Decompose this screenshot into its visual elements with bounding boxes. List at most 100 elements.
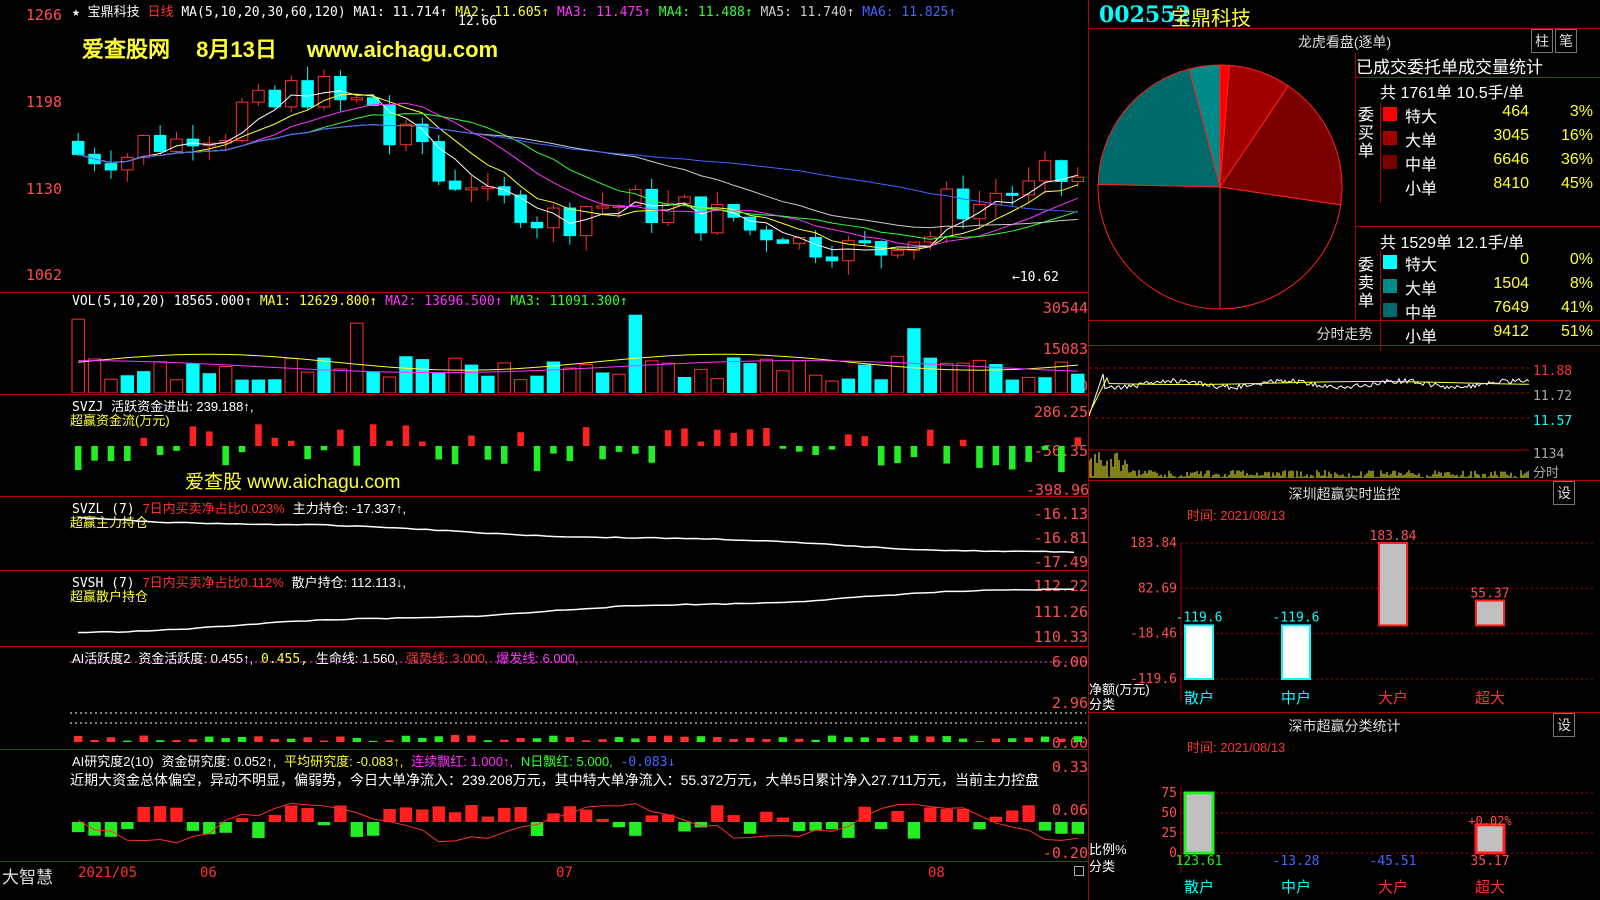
- svzj-panel[interactable]: SVZJ 活跃资金进出: 239.188↑, 超赢资金流(万元) 爱查股 www…: [0, 395, 1089, 499]
- volume-bar: [300, 371, 315, 393]
- ai2-bar: [416, 809, 429, 822]
- ai-research-chart[interactable]: [70, 750, 1086, 860]
- svzl-line[interactable]: [70, 497, 1086, 569]
- candle-chart[interactable]: [70, 18, 1086, 290]
- ai2-bar: [727, 815, 740, 822]
- ai2-bar: [596, 818, 609, 822]
- candle-body: [694, 196, 708, 234]
- sz-class-value: -13.28: [1273, 854, 1320, 869]
- ai2-bar: [350, 822, 363, 837]
- ai-research-panel[interactable]: AI研究度2(10) 资金研究度: 0.052↑, 平均研究度: -0.083↑…: [0, 750, 1088, 862]
- candlestick-panel[interactable]: ★ 宝鼎科技 日线 MA(5,10,20,30,60,120) MA1: 11.…: [0, 0, 1088, 293]
- ai2-bar: [629, 822, 642, 836]
- volume-panel[interactable]: VOL(5,10,20) 18565.000↑ MA1: 12629.800↑ …: [0, 293, 1088, 395]
- svzj-bar: [402, 425, 410, 446]
- sz-class-settings-button[interactable]: 设: [1553, 713, 1575, 737]
- volume-bar: [432, 373, 446, 393]
- ai1-bar: [876, 738, 886, 742]
- candle-body: [776, 239, 790, 244]
- sz-monitor-category: 大户: [1378, 690, 1408, 707]
- ai1-bar: [811, 739, 820, 742]
- svzj-bar: [337, 429, 344, 446]
- sz-monitor-category: 散户: [1184, 690, 1214, 707]
- stat-row-大单: 大单 1504 8%: [1383, 275, 1597, 298]
- volume-bar: [317, 357, 331, 393]
- candle-body: [1071, 176, 1085, 182]
- sz-class-value: -45.51: [1370, 854, 1417, 869]
- legend-swatch: [1383, 155, 1397, 169]
- svzl-panel[interactable]: SVZL (7) 7日内买卖净占比0.023% 主力持仓: -17.337↑, …: [0, 497, 1088, 571]
- ai1-bar: [663, 735, 673, 742]
- ai2-bar: [121, 822, 134, 829]
- ai2-bar: [137, 806, 150, 822]
- sz-monitor-settings-button[interactable]: 设: [1553, 481, 1575, 505]
- order-volume: 7649: [1493, 299, 1529, 316]
- ai2-bar: [448, 812, 462, 822]
- intraday-p3: 11.57: [1533, 414, 1573, 429]
- candle-body: [71, 140, 85, 155]
- legend-swatch: [1383, 255, 1397, 269]
- order-size-label: 大单: [1405, 281, 1438, 298]
- period-label[interactable]: 日线: [148, 4, 174, 19]
- volume-bar: [137, 371, 151, 393]
- svsh-line[interactable]: [70, 571, 1086, 645]
- ai1-bar: [450, 735, 460, 742]
- candle-body: [956, 188, 970, 220]
- svzj-bar: [877, 446, 885, 466]
- tick-mode-button[interactable]: 笔: [1555, 29, 1577, 53]
- volume-bar: [186, 363, 200, 393]
- candle-body: [678, 196, 691, 204]
- volume-chart[interactable]: [70, 305, 1086, 393]
- kline-workspace[interactable]: ★ 宝鼎科技 日线 MA(5,10,20,30,60,120) MA1: 11.…: [0, 0, 1089, 900]
- svzj-bar: [550, 446, 557, 454]
- svzj-bar: [599, 446, 606, 460]
- legend-swatch: [1383, 107, 1397, 121]
- lock-icon[interactable]: [1074, 866, 1084, 876]
- sz-monitor-value: -119.6: [1176, 610, 1223, 625]
- candle-body: [121, 156, 134, 171]
- stock-name-header[interactable]: 宝鼎科技: [1171, 2, 1251, 31]
- volume-bar: [841, 378, 856, 393]
- intraday-panel[interactable]: 分时走势 11.88 11.72 11.57 1134 分时: [1089, 321, 1600, 481]
- volume-bar: [743, 363, 757, 393]
- stat-row-特大: 特大 0 0%: [1383, 251, 1597, 274]
- svzj-bar: [1041, 446, 1049, 450]
- order-percent: 8%: [1569, 275, 1593, 292]
- volume-bar: [169, 379, 184, 393]
- svzj-bar: [763, 428, 770, 446]
- ai1-bar: [319, 740, 329, 742]
- intraday-price-line: [1089, 373, 1529, 417]
- sz-monitor-bar: [1281, 624, 1311, 681]
- ai2-bar: [432, 806, 445, 822]
- ai1-bar: [106, 737, 116, 742]
- ai2-bar: [793, 822, 806, 832]
- volume-bar: [399, 356, 413, 393]
- candle-body: [399, 123, 413, 146]
- sz-class-chart[interactable]: 7550250123.61散户-13.28中户-45.51大户35.17超大+0…: [1089, 753, 1600, 900]
- svzj-bar: [828, 446, 836, 450]
- svzj-bar: [1074, 437, 1082, 446]
- intraday-chart[interactable]: [1089, 346, 1529, 479]
- svzj-bar: [992, 446, 1000, 466]
- ai1-bar: [385, 740, 394, 742]
- x-label-07: 07: [556, 865, 573, 881]
- order-pie-chart[interactable]: [1095, 62, 1351, 318]
- stock-name[interactable]: 宝鼎科技: [88, 4, 140, 19]
- sz-monitor-bar: [1184, 624, 1214, 681]
- ai-activity-panel[interactable]: AI活跃度2 资金活跃度: 0.455↑, 0.455, 生命线: 1.560,…: [0, 647, 1088, 752]
- svzj-chart[interactable]: [70, 409, 1086, 495]
- sz-monitor-chart[interactable]: 183.84 82.69 -18.46 -119.6 -119.6 散户 -119.6 中户 1…: [1089, 521, 1600, 711]
- legend-swatch: [1383, 131, 1397, 145]
- ai1-bar: [745, 737, 755, 742]
- svzj-bar: [91, 446, 98, 461]
- volume-bar: [87, 358, 102, 393]
- ma-line-6: [78, 124, 1078, 213]
- x-label-06: 06: [200, 865, 217, 881]
- candle-body: [891, 249, 904, 256]
- ai-activity-chart[interactable]: [70, 647, 1086, 748]
- svzj-bar: [287, 440, 295, 446]
- ai1-bar: [582, 740, 591, 742]
- ai2-bar: [72, 822, 85, 833]
- svsh-panel[interactable]: SVSH (7) 7日内买卖净占比0.112% 散户持仓: 112.113↓, …: [0, 571, 1088, 647]
- bar-mode-button[interactable]: 柱: [1531, 29, 1553, 53]
